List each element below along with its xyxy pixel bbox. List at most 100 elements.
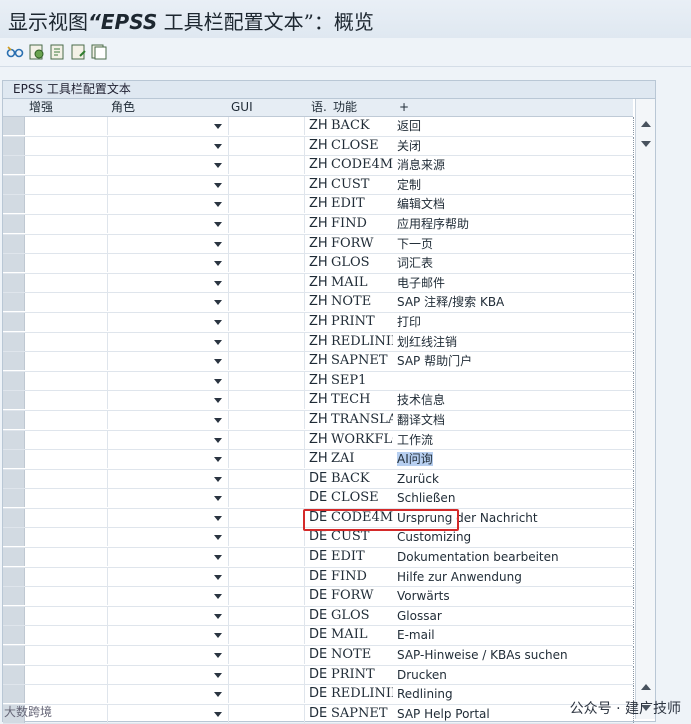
cell-language[interactable]: DE — [309, 666, 329, 684]
cell-enhancement[interactable] — [25, 254, 108, 273]
dropdown-arrow-icon[interactable] — [214, 711, 222, 717]
cell-gui[interactable] — [229, 704, 305, 723]
cell-role[interactable] — [108, 626, 229, 645]
cell-gui[interactable] — [229, 665, 305, 684]
cell-role[interactable] — [108, 156, 229, 175]
cell-role[interactable] — [108, 450, 229, 469]
cell-function[interactable]: CODE4MES — [331, 156, 393, 174]
cell-language[interactable]: ZH — [309, 254, 329, 272]
cell-gui[interactable] — [229, 234, 305, 253]
cell-function[interactable]: SAPNET — [331, 352, 393, 370]
cell-enhancement[interactable] — [25, 567, 108, 586]
cell-gui[interactable] — [229, 626, 305, 645]
table-row[interactable]: ZH SEP1 — [3, 371, 634, 392]
cell-gui[interactable] — [229, 685, 305, 704]
cell-enhancement[interactable] — [25, 665, 108, 684]
row-selector[interactable] — [3, 332, 25, 351]
cell-function[interactable]: FIND — [331, 215, 393, 233]
cell-text[interactable]: SAP-Hinweise / KBAs suchen — [397, 646, 633, 664]
table-row[interactable]: ZHTRANSLAT 翻译文档 — [3, 410, 634, 431]
cell-text[interactable]: Glossar — [397, 607, 633, 625]
dropdown-arrow-icon[interactable] — [214, 535, 222, 541]
row-selector[interactable] — [3, 626, 25, 645]
table-row[interactable]: DE NOTE SAP-Hinweise / KBAs suchen — [3, 646, 634, 666]
dropdown-arrow-icon[interactable] — [214, 398, 222, 404]
cell-gui[interactable] — [229, 587, 305, 606]
cell-role[interactable] — [108, 352, 229, 371]
table-row[interactable]: DEREDLININ Redlining — [3, 685, 634, 705]
cell-enhancement[interactable] — [25, 685, 108, 704]
vertical-scrollbar[interactable] — [635, 99, 655, 719]
dropdown-arrow-icon[interactable] — [214, 241, 222, 247]
row-selector[interactable] — [3, 646, 25, 665]
cell-role[interactable] — [108, 430, 229, 449]
cell-enhancement[interactable] — [25, 156, 108, 175]
row-selector[interactable] — [3, 508, 25, 527]
cell-language[interactable]: DE — [309, 489, 329, 507]
column-role[interactable]: 角色 — [111, 99, 135, 116]
dropdown-arrow-icon[interactable] — [214, 672, 222, 678]
cell-role[interactable] — [108, 391, 229, 410]
cell-role[interactable] — [108, 508, 229, 527]
table-row[interactable]: ZH EDIT 编辑文档 — [3, 195, 634, 215]
cell-function[interactable]: SAPNET — [331, 705, 393, 723]
column-language[interactable]: 语. — [311, 99, 327, 116]
cell-text[interactable]: Customizing — [397, 528, 633, 546]
table-row[interactable]: DE GLOS Glossar — [3, 606, 634, 627]
cell-role[interactable] — [108, 587, 229, 606]
dropdown-arrow-icon[interactable] — [214, 633, 222, 639]
cell-gui[interactable] — [229, 117, 305, 135]
table-row[interactable]: DE SAPNET SAP Help Portal — [3, 704, 634, 724]
row-selector[interactable] — [3, 136, 25, 155]
cell-language[interactable]: ZH — [309, 274, 329, 292]
dropdown-arrow-icon[interactable] — [214, 574, 222, 580]
dropdown-arrow-icon[interactable] — [214, 182, 222, 188]
cell-language[interactable]: ZH — [309, 235, 329, 253]
table-row[interactable]: ZH FORW 下一页 — [3, 234, 634, 255]
cell-function[interactable]: FORW — [331, 235, 393, 253]
cell-text[interactable]: Drucken — [397, 666, 633, 684]
cell-function[interactable]: CLOSE — [331, 137, 393, 155]
table-row[interactable]: ZH CLOSE 关闭 — [3, 136, 634, 157]
cell-text[interactable]: 电子邮件 — [397, 274, 633, 292]
table-row[interactable]: ZH PRINT 打印 — [3, 312, 634, 333]
cell-role[interactable] — [108, 214, 229, 233]
row-selector[interactable] — [3, 665, 25, 684]
cell-role[interactable] — [108, 234, 229, 253]
cell-language[interactable]: ZH — [309, 431, 329, 449]
row-selector[interactable] — [3, 371, 25, 390]
cell-language[interactable]: DE — [309, 548, 329, 566]
cell-role[interactable] — [108, 489, 229, 508]
cell-gui[interactable] — [229, 254, 305, 273]
table-row[interactable]: DE FIND Hilfe zur Anwendung — [3, 567, 634, 588]
cell-role[interactable] — [108, 312, 229, 331]
cell-language[interactable]: DE — [309, 587, 329, 605]
cell-text[interactable]: 定制 — [397, 176, 633, 194]
cell-text[interactable]: Dokumentation bearbeiten — [397, 548, 633, 566]
cell-function[interactable]: REDLININ — [331, 685, 393, 703]
table-row[interactable]: DE FORW Vorwärts — [3, 587, 634, 607]
cell-role[interactable] — [108, 646, 229, 665]
dropdown-arrow-icon[interactable] — [214, 515, 222, 521]
cell-language[interactable]: ZH — [309, 137, 329, 155]
cell-language[interactable]: ZH — [309, 117, 329, 135]
cell-enhancement[interactable] — [25, 528, 108, 547]
row-selector[interactable] — [3, 254, 25, 273]
cell-role[interactable] — [108, 175, 229, 194]
dropdown-arrow-icon[interactable] — [214, 124, 222, 129]
cell-function[interactable]: CUST — [331, 528, 393, 546]
settings-icon[interactable] — [28, 43, 46, 61]
cell-language[interactable]: DE — [309, 626, 329, 644]
cell-role[interactable] — [108, 293, 229, 312]
cell-role[interactable] — [108, 528, 229, 547]
cell-gui[interactable] — [229, 567, 305, 586]
table-row[interactable]: ZHCODE4MES 消息来源 — [3, 156, 634, 176]
table-row[interactable]: ZH MAIL 电子邮件 — [3, 273, 634, 294]
table-row[interactable]: ZH NOTE SAP 注释/搜索 KBA — [3, 293, 634, 313]
dropdown-arrow-icon[interactable] — [214, 280, 222, 286]
cell-text[interactable]: Vorwärts — [397, 587, 633, 605]
cell-function[interactable]: PRINT — [331, 313, 393, 331]
cell-enhancement[interactable] — [25, 469, 108, 488]
row-selector[interactable] — [3, 548, 25, 567]
cell-language[interactable]: ZH — [309, 450, 329, 468]
